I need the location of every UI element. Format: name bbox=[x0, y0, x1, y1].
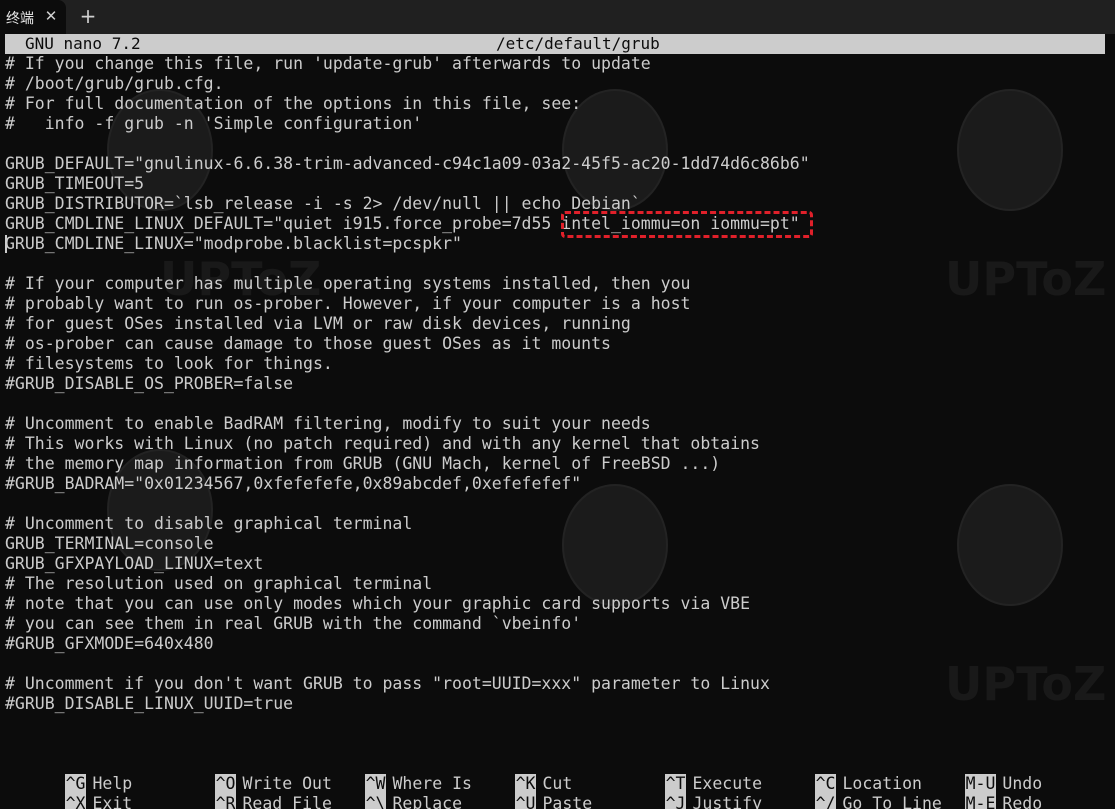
shortcut-label: Redo bbox=[1002, 794, 1043, 809]
editor-line: # info -f grub -n 'Simple configuration' bbox=[5, 114, 423, 133]
shortcut-label: Justify bbox=[692, 794, 763, 809]
editor-line-current: GRUB_CMDLINE_LINUX="modprobe.blacklist=p… bbox=[5, 234, 462, 253]
shortcut-bar: ^G Help ^O Write Out ^W Where Is ^K Cut ^T Ex… bbox=[5, 754, 1105, 809]
nano-version: GNU nano 7.2 bbox=[25, 34, 141, 53]
editor-line: # you can see them in real GRUB with the… bbox=[5, 614, 582, 633]
tab-bar: 终端 ✕ + bbox=[0, 0, 1115, 34]
editor-line: # /boot/grub/grub.cfg. bbox=[5, 74, 224, 93]
shortcut-where-is[interactable]: ^W Where Is bbox=[305, 754, 472, 794]
shortcut-key: ^R bbox=[214, 794, 237, 809]
editor-line: # the memory map information from GRUB (… bbox=[5, 454, 721, 473]
editor-line: # This works with Linux (no patch requir… bbox=[5, 434, 760, 453]
shortcut-key: M-E bbox=[964, 794, 997, 809]
new-tab-icon[interactable]: + bbox=[78, 5, 98, 27]
editor-line: #GRUB_BADRAM="0x01234567,0xfefefefe,0x89… bbox=[5, 474, 582, 493]
editor-line: # The resolution used on graphical termi… bbox=[5, 574, 433, 593]
editor-line: # filesystems to look for things. bbox=[5, 354, 333, 373]
shortcut-exit[interactable]: ^X Exit bbox=[5, 774, 132, 809]
editor-line: # If your computer has multiple operatin… bbox=[5, 274, 691, 293]
editor-line: GRUB_DEFAULT="gnulinux-6.6.38-trim-advan… bbox=[5, 154, 810, 173]
shortcut-label: Paste bbox=[542, 794, 593, 809]
shortcut-cut[interactable]: ^K Cut bbox=[455, 754, 572, 794]
editor-line: GRUB_DISTRIBUTOR=`lsb_release -i -s 2> /… bbox=[5, 194, 641, 213]
editor-line: # note that you can use only modes which… bbox=[5, 594, 751, 613]
editor-line: #GRUB_DISABLE_OS_PROBER=false bbox=[5, 374, 294, 393]
text-cursor bbox=[5, 235, 7, 253]
shortcut-key: ^X bbox=[64, 794, 87, 809]
shortcut-justify[interactable]: ^J Justify bbox=[605, 774, 762, 809]
editor-line: # Uncomment to enable BadRAM filtering, … bbox=[5, 414, 651, 433]
editor-line: GRUB_TIMEOUT=5 bbox=[5, 174, 145, 193]
file-name: /etc/default/grub bbox=[496, 34, 660, 53]
shortcut-paste[interactable]: ^U Paste bbox=[455, 774, 592, 809]
editor-line: # Uncomment to disable graphical termina… bbox=[5, 514, 413, 533]
editor-area[interactable]: # If you change this file, run 'update-g… bbox=[5, 54, 1105, 744]
shortcut-location[interactable]: ^C Location bbox=[755, 754, 922, 794]
shortcut-undo[interactable]: M-U Undo bbox=[905, 754, 1042, 794]
editor-line: GRUB_GFXPAYLOAD_LINUX=text bbox=[5, 554, 264, 573]
shortcut-label: Exit bbox=[92, 794, 133, 809]
shortcut-execute[interactable]: ^T Execute bbox=[605, 754, 762, 794]
close-icon[interactable]: ✕ bbox=[42, 7, 60, 25]
tab-terminal[interactable]: 终端 ✕ bbox=[0, 0, 66, 34]
editor-line: #GRUB_GFXMODE=640x480 bbox=[5, 634, 214, 653]
tab-label: 终端 bbox=[6, 11, 34, 27]
annotation-highlight-box bbox=[561, 211, 813, 238]
shortcut-replace[interactable]: ^\ Replace bbox=[305, 774, 462, 809]
terminal-window: UPToZ UPToZ UPToZ 终端 ✕ + GNU nano 7.2 /e… bbox=[0, 0, 1115, 809]
nano-title-bar: GNU nano 7.2 /etc/default/grub bbox=[5, 34, 1105, 54]
shortcut-key: ^/ bbox=[814, 794, 837, 809]
editor-line: # For full documentation of the options … bbox=[5, 94, 582, 113]
editor-line: # If you change this file, run 'update-g… bbox=[5, 54, 651, 73]
shortcut-redo[interactable]: M-E Redo bbox=[905, 774, 1042, 809]
shortcut-help[interactable]: ^G Help bbox=[5, 754, 132, 794]
editor-line: # probably want to run os-prober. Howeve… bbox=[5, 294, 691, 313]
shortcut-key: ^\ bbox=[364, 794, 387, 809]
shortcut-key: ^J bbox=[664, 794, 687, 809]
editor-line: # Uncomment if you don't want GRUB to pa… bbox=[5, 674, 770, 693]
editor-line: GRUB_TERMINAL=console bbox=[5, 534, 214, 553]
shortcut-key: ^U bbox=[514, 794, 537, 809]
editor-line: # os-prober can cause damage to those gu… bbox=[5, 334, 611, 353]
editor-line: # for guest OSes installed via LVM or ra… bbox=[5, 314, 631, 333]
shortcut-label: Replace bbox=[392, 794, 463, 809]
editor-line: #GRUB_DISABLE_LINUX_UUID=true bbox=[5, 694, 294, 713]
